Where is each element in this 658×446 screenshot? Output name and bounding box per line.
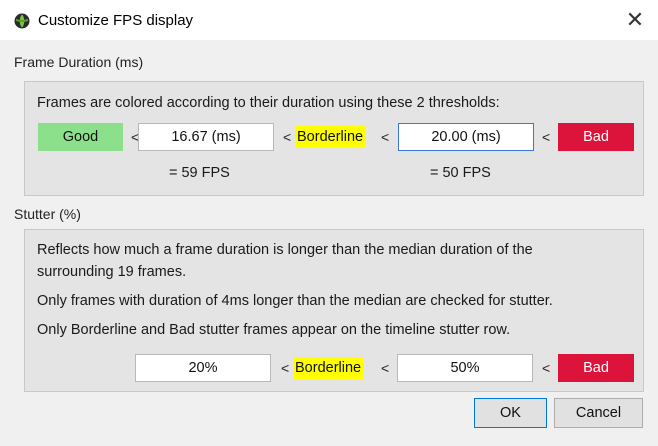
bad-label-box: Bad — [558, 123, 634, 151]
less-than-symbol: < — [381, 129, 390, 145]
less-than-symbol: < — [381, 360, 390, 376]
stutter-section-label: Stutter (%) — [14, 206, 81, 222]
stutter-description-line3: Only frames with duration of 4ms longer … — [37, 293, 553, 309]
fps1-readout: = 59 FPS — [169, 165, 230, 181]
less-than-symbol: < — [281, 360, 290, 376]
frame-threshold2-input[interactable]: 20.00 (ms) — [398, 123, 534, 151]
stutter-group: Reflects how much a frame duration is lo… — [24, 229, 644, 392]
frame-duration-group: Frames are colored according to their du… — [24, 81, 644, 196]
less-than-symbol: < — [542, 360, 551, 376]
borderline-label: Borderline — [295, 126, 366, 148]
less-than-symbol: < — [542, 129, 551, 145]
ok-button[interactable]: OK — [474, 398, 547, 428]
frame-duration-section-label: Frame Duration (ms) — [14, 54, 144, 70]
less-than-symbol: < — [283, 129, 292, 145]
fps2-readout: = 50 FPS — [430, 165, 491, 181]
good-label-box: Good — [38, 123, 123, 151]
globe-icon — [14, 13, 30, 29]
stutter-description-line2: surrounding 19 frames. — [37, 264, 187, 280]
frame-threshold1-input[interactable]: 16.67 (ms) — [138, 123, 274, 151]
window-title: Customize FPS display — [38, 12, 194, 29]
stutter-description-line1: Reflects how much a frame duration is lo… — [37, 242, 533, 258]
title-bar: Customize FPS display ✕ — [0, 0, 658, 40]
close-icon: ✕ — [625, 7, 645, 32]
cancel-button[interactable]: Cancel — [554, 398, 643, 428]
bad-label-box: Bad — [558, 354, 634, 382]
stutter-threshold1-input[interactable]: 20% — [135, 354, 271, 382]
stutter-description-line4: Only Borderline and Bad stutter frames a… — [37, 322, 511, 338]
close-button[interactable]: ✕ — [620, 6, 650, 34]
borderline-label: Borderline — [293, 357, 364, 379]
stutter-threshold2-input[interactable]: 50% — [397, 354, 533, 382]
frame-duration-description: Frames are colored according to their du… — [37, 95, 500, 111]
